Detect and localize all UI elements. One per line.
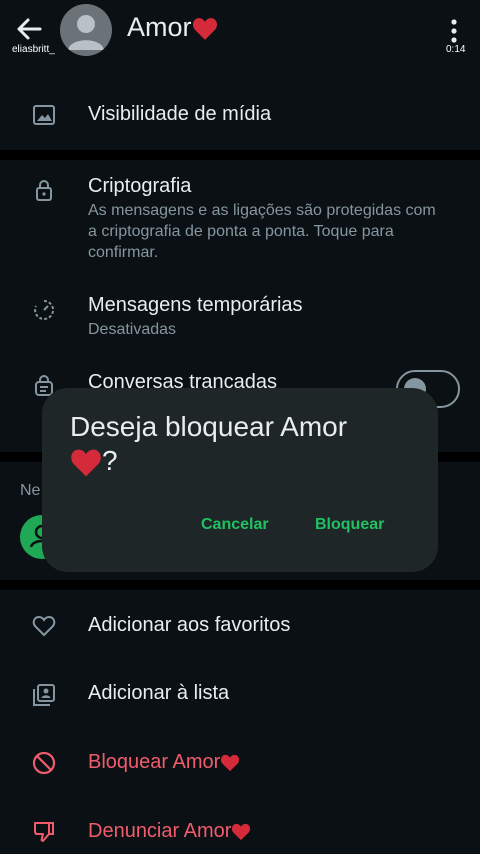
disappearing-messages-status: Desativadas	[88, 321, 177, 338]
kebab-menu-icon[interactable]	[444, 18, 464, 44]
contact-name-title: Amor	[127, 12, 218, 43]
encryption-description: As mensagens e as ligações são protegida…	[88, 202, 436, 261]
groups-section-label: Ne	[20, 482, 41, 499]
thumbs-down-icon	[32, 820, 56, 844]
cancel-button[interactable]: Cancelar	[201, 516, 269, 534]
report-contact-button[interactable]: Denunciar Amor	[88, 820, 251, 843]
section-divider	[0, 580, 480, 590]
heart-outline-icon	[32, 614, 56, 638]
block-icon	[32, 751, 56, 775]
timer-icon	[32, 298, 56, 322]
add-to-favorites-button[interactable]: Adicionar aos favoritos	[88, 614, 290, 637]
block-contact-button[interactable]: Bloquear Amor	[88, 751, 240, 774]
image-icon	[32, 103, 56, 127]
block-button[interactable]: Bloquear	[315, 516, 384, 534]
media-visibility-label: Visibilidade de mídia	[88, 103, 272, 125]
encryption-title[interactable]: Criptografia	[88, 175, 191, 198]
section-divider	[0, 150, 480, 160]
add-to-list-button[interactable]: Adicionar à lista	[88, 682, 229, 705]
red-heart-icon	[221, 754, 240, 771]
red-heart-icon	[71, 449, 101, 476]
disappearing-messages-title[interactable]: Mensagens temporárias	[88, 294, 303, 317]
contact-avatar[interactable]	[60, 4, 112, 56]
back-arrow-icon[interactable]	[14, 14, 44, 44]
watermark-time: 0:14	[446, 44, 466, 55]
lock-icon	[32, 178, 56, 202]
dialog-title: Deseja bloquear Amor ?	[70, 411, 348, 476]
red-heart-icon	[232, 823, 251, 840]
contact-list-icon	[32, 683, 56, 707]
watermark-username: eliasbritt_	[12, 44, 55, 55]
red-heart-icon	[192, 18, 217, 40]
block-confirmation-dialog: Deseja bloquear Amor ? Cancelar Bloquear	[42, 388, 438, 572]
